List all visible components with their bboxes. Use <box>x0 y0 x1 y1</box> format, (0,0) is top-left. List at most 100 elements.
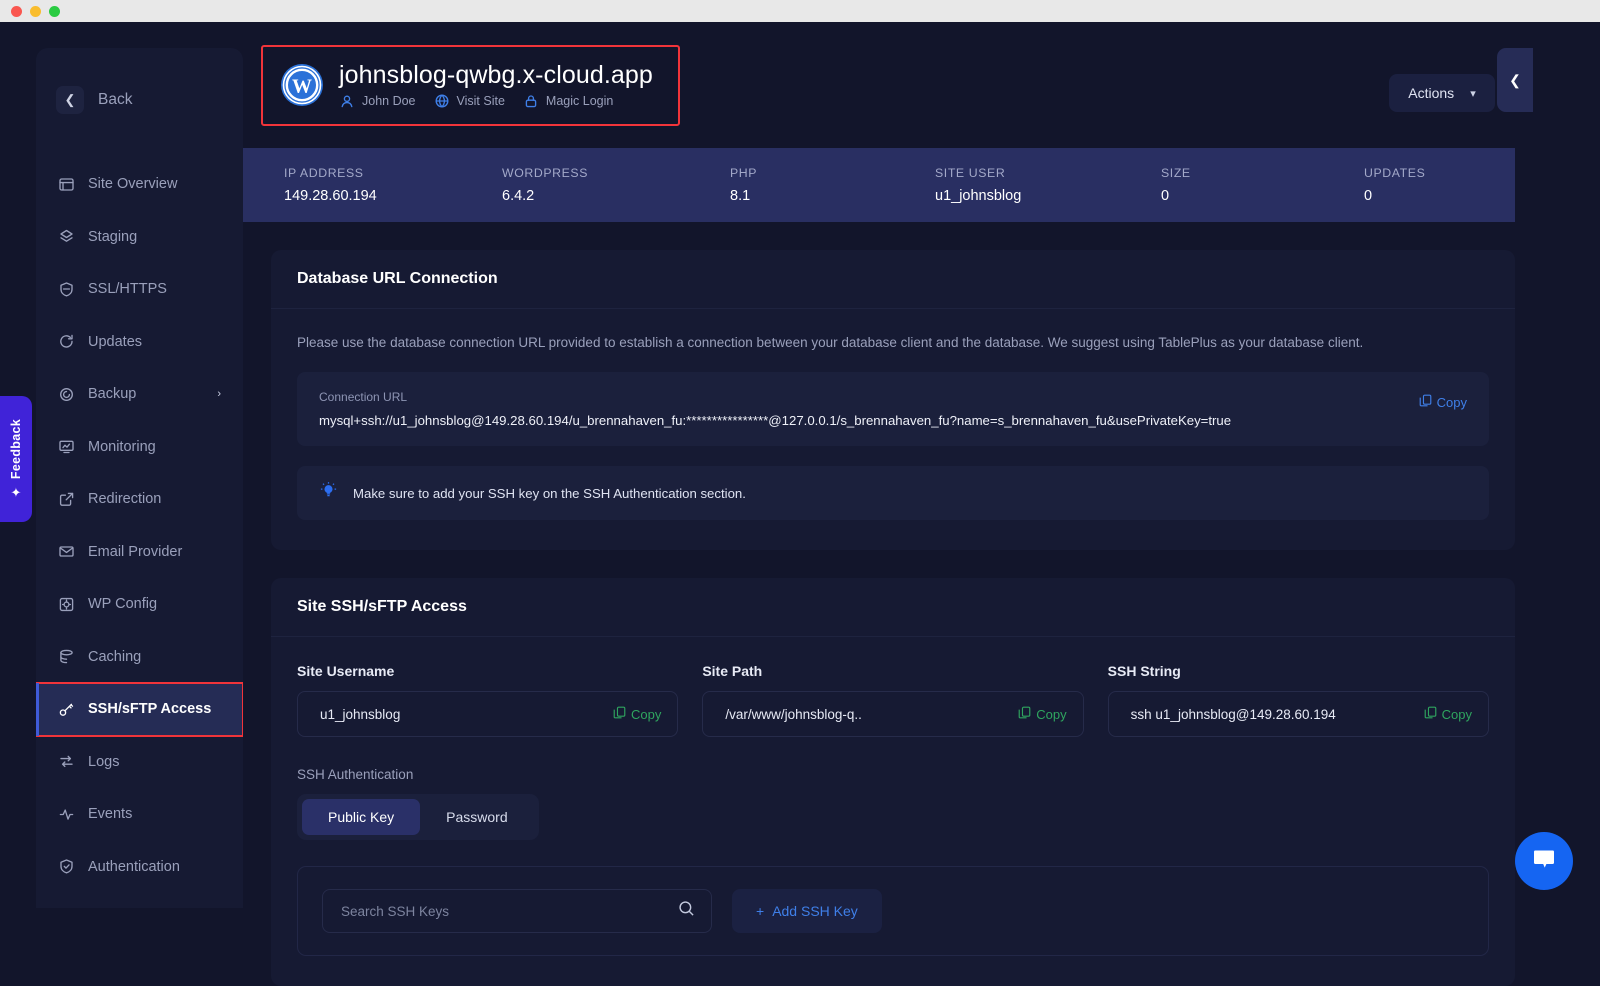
stat-value: u1_johnsblog <box>935 188 1161 204</box>
panel-collapse-button[interactable]: ❮ <box>1497 48 1533 112</box>
ssh-key-hint: Make sure to add your SSH key on the SSH… <box>297 466 1489 520</box>
stat-key: PHP <box>730 166 935 180</box>
stat-value: 149.28.60.194 <box>284 188 502 204</box>
site-stats-strip: IP ADDRESS 149.28.60.194WORDPRESS6.4.2PHP… <box>243 148 1515 222</box>
feedback-tab[interactable]: Feedback ✦ <box>0 396 32 522</box>
ssh-field-value: u1_johnsblog <box>320 707 400 722</box>
window-maximize-button[interactable] <box>49 6 60 17</box>
sidebar: ❮ Back Site Overview Staging SSL/HTTPS Upda… <box>36 48 243 908</box>
copy-icon <box>1424 706 1437 722</box>
sidebar-item-wp-config[interactable]: WP Config <box>36 578 243 631</box>
ssh-field-box: ssh u1_johnsblog@149.28.60.194Copy <box>1108 691 1489 737</box>
backup-icon <box>58 386 75 403</box>
sidebar-item-site-overview[interactable]: Site Overview <box>36 158 243 211</box>
sidebar-nav-list: Site Overview Staging SSL/HTTPS Updates Back… <box>36 158 243 893</box>
site-meta-visit-site[interactable]: Visit Site <box>434 93 505 110</box>
shield-icon <box>58 281 75 298</box>
stat-key: SITE USER <box>935 166 1161 180</box>
sidebar-item-monitoring[interactable]: Monitoring <box>36 421 243 474</box>
sidebar-item-redirection[interactable]: Redirection <box>36 473 243 526</box>
copy-icon <box>613 706 626 722</box>
stat-ip-address: IP ADDRESS 149.28.60.194 <box>284 166 502 204</box>
lock-icon <box>523 93 540 110</box>
database-card-title: Database URL Connection <box>297 270 1489 288</box>
ssh-key-hint-text: Make sure to add your SSH key on the SSH… <box>353 486 746 501</box>
site-meta-magic-login[interactable]: Magic Login <box>523 93 613 110</box>
sidebar-item-ssh-sftp-access[interactable]: SSH/sFTP Access <box>36 683 243 736</box>
chat-bubble-icon <box>1531 847 1557 876</box>
sidebar-item-label: Staging <box>88 229 137 245</box>
copy-label: Copy <box>1036 707 1066 722</box>
window-minimize-button[interactable] <box>30 6 41 17</box>
sidebar-item-label: WP Config <box>88 596 157 612</box>
shield-check-icon <box>58 858 75 875</box>
ssh-card-body: Site Usernameu1_johnsblogCopySite Path/v… <box>271 637 1515 986</box>
copy-connection-url-button[interactable]: Copy <box>1419 394 1467 410</box>
add-ssh-key-button[interactable]: + Add SSH Key <box>732 889 882 933</box>
site-meta-label: John Doe <box>362 94 416 108</box>
sidebar-item-updates[interactable]: Updates <box>36 316 243 369</box>
wordpress-icon: W <box>281 64 323 106</box>
connection-url-label: Connection URL <box>319 390 1467 404</box>
sidebar-item-caching[interactable]: Caching <box>36 631 243 684</box>
stat-key: UPDATES <box>1364 166 1524 180</box>
chevron-left-icon: ❮ <box>1509 72 1521 89</box>
ssh-field-box: /var/www/johnsblog-q..Copy <box>702 691 1083 737</box>
chat-widget-button[interactable] <box>1515 832 1573 890</box>
stat-key: WORDPRESS <box>502 166 730 180</box>
copy-label: Copy <box>1442 707 1472 722</box>
sidebar-item-events[interactable]: Events <box>36 788 243 841</box>
plus-icon: + <box>756 903 764 919</box>
sidebar-item-authentication[interactable]: Authentication <box>36 841 243 894</box>
sidebar-item-email-provider[interactable]: Email Provider <box>36 526 243 579</box>
search-icon <box>678 900 695 922</box>
lightbulb-icon <box>319 481 338 505</box>
sidebar-item-label: Caching <box>88 649 141 665</box>
actions-button[interactable]: Actions ▾ <box>1389 74 1495 112</box>
sidebar-item-label: Site Overview <box>88 176 177 192</box>
back-label: Back <box>98 91 132 109</box>
feedback-label: Feedback <box>9 419 23 479</box>
window-close-button[interactable] <box>11 6 22 17</box>
sidebar-item-label: Email Provider <box>88 544 182 560</box>
back-button[interactable]: ❮ Back <box>36 86 243 114</box>
copy-icon <box>1419 394 1432 410</box>
database-url-card: Database URL Connection Please use the d… <box>271 250 1515 550</box>
window-icon <box>58 176 75 193</box>
database-card-header: Database URL Connection <box>271 250 1515 309</box>
sidebar-item-staging[interactable]: Staging <box>36 211 243 264</box>
copy-label: Copy <box>1437 395 1467 410</box>
site-meta-row: John Doe Visit Site Magic Login <box>339 93 653 110</box>
globe-icon <box>434 93 451 110</box>
stat-value: 8.1 <box>730 188 935 204</box>
sidebar-item-label: Backup <box>88 386 136 402</box>
search-ssh-keys-input[interactable]: Search SSH Keys <box>322 889 712 933</box>
stat-wordpress: WORDPRESS6.4.2 <box>502 166 730 204</box>
refresh-icon <box>58 333 75 350</box>
ssh-auth-tab-group: Public KeyPassword <box>297 794 539 840</box>
sidebar-item-ssl-https[interactable]: SSL/HTTPS <box>36 263 243 316</box>
sidebar-item-logs[interactable]: Logs <box>36 736 243 789</box>
stat-value: 0 <box>1161 188 1364 204</box>
stat-key: IP ADDRESS <box>284 166 502 180</box>
ssh-field-label: Site Username <box>297 663 678 679</box>
sidebar-item-label: SSL/HTTPS <box>88 281 167 297</box>
sidebar-item-label: Updates <box>88 334 142 350</box>
chevron-right-icon[interactable]: › <box>217 388 221 400</box>
stat-site-user: SITE USER u1_johnsblog <box>935 166 1161 204</box>
sparkles-icon: ✦ <box>11 486 22 499</box>
tab-public-key[interactable]: Public Key <box>302 799 420 835</box>
sidebar-item-label: SSH/sFTP Access <box>88 701 211 717</box>
tab-password[interactable]: Password <box>420 799 533 835</box>
ssh-field-ssh-string: SSH Stringssh u1_johnsblog@149.28.60.194… <box>1108 663 1489 737</box>
page-title: johnsblog-qwbg.x-cloud.app <box>339 61 653 90</box>
copy-button[interactable]: Copy <box>1018 706 1066 722</box>
sidebar-item-label: Events <box>88 806 132 822</box>
copy-button[interactable]: Copy <box>613 706 661 722</box>
copy-button[interactable]: Copy <box>1424 706 1472 722</box>
copy-label: Copy <box>631 707 661 722</box>
site-meta-john-doe[interactable]: John Doe <box>339 93 416 110</box>
sidebar-item-label: Monitoring <box>88 439 156 455</box>
main-content: W johnsblog-qwbg.x-cloud.app John Doe Vis… <box>243 22 1533 908</box>
sidebar-item-backup[interactable]: Backup › <box>36 368 243 421</box>
